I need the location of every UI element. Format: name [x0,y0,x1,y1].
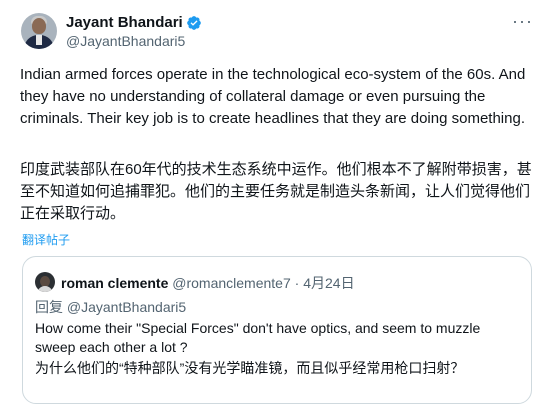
quoted-display-name: roman clemente [61,275,169,291]
more-horizontal-icon[interactable]: ··· [512,12,533,30]
author-display-name[interactable]: Jayant Bhandari [66,13,183,32]
quoted-tweet[interactable]: roman clemente @romanclemente7 · 4月24日 回… [22,256,532,404]
quoted-text: How come their "Special Forces" don't ha… [35,320,481,355]
author-name-row: Jayant Bhandari [66,13,202,32]
translate-post-link[interactable]: 翻译帖子 [22,231,70,248]
tweet-text: Indian armed forces operate in the techn… [20,66,526,127]
quoted-author-avatar [35,272,55,292]
quoted-separator: · [294,275,300,291]
quoted-handle: @romanclemente7 [172,275,291,291]
quoted-avatar-shirt [37,286,53,292]
avatar-collar [36,35,42,45]
quoted-text-translated: 为什么他们的“特种部队”没有光学瞄准镜，而且似乎经常用枪口扫射？ [35,360,465,376]
quoted-header: roman clemente @romanclemente7 · 4月24日 [61,273,355,293]
author-avatar[interactable] [21,13,57,49]
avatar-head [32,18,46,34]
quoted-reply-to: 回复 @JayantBhandari5 [35,299,187,315]
tweet-text-translated: 印度武装部队在60年代的技术生态系统中运作。他们根本不了解附带损害，甚至不知道如… [20,161,532,222]
verified-badge-icon [186,15,201,30]
quoted-date: 4月24日 [303,275,355,291]
author-handle[interactable]: @JayantBhandari5 [66,33,185,49]
